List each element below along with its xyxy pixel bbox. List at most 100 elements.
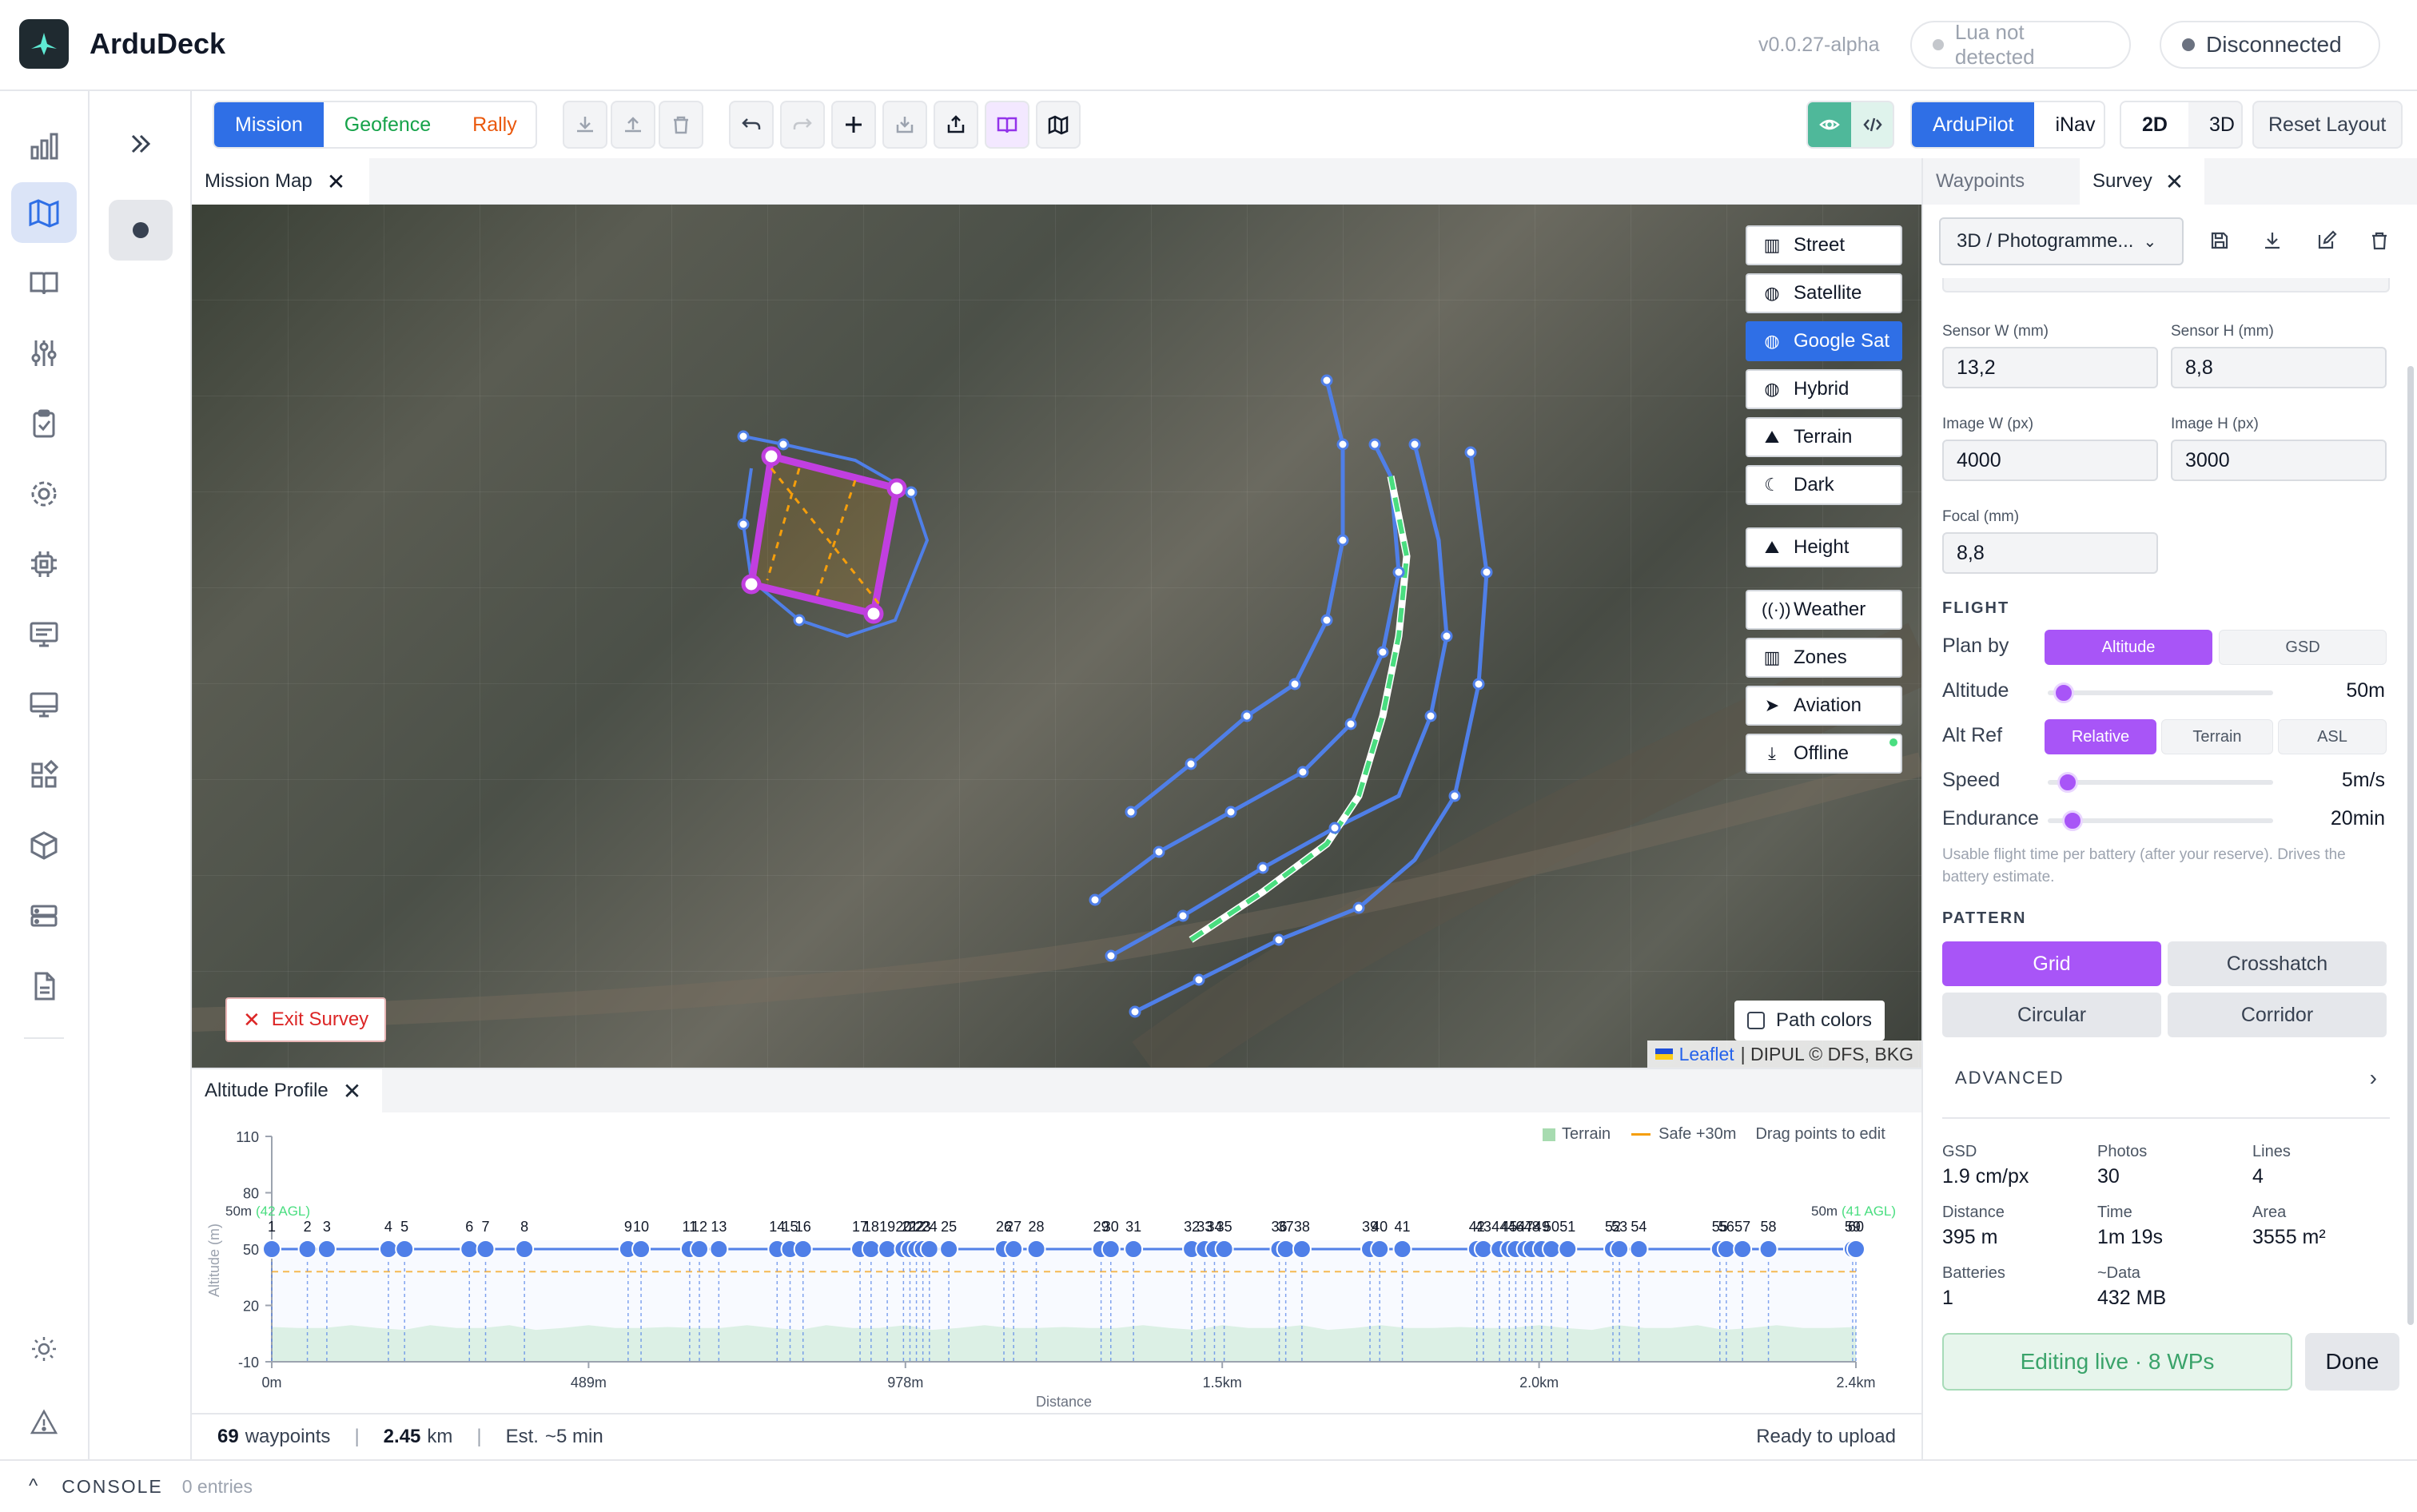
close-mission-map-icon[interactable]: ✕ <box>327 169 345 195</box>
waypoint-marker <box>1629 1239 1649 1259</box>
image-w-input[interactable]: 4000 <box>1942 440 2158 481</box>
add-waypoint-icon[interactable] <box>831 101 876 149</box>
nav-tuning-icon[interactable] <box>11 323 77 384</box>
tab-rally[interactable]: Rally <box>452 102 536 147</box>
nav-mission-map-icon[interactable] <box>11 182 77 243</box>
expand-panel-icon[interactable] <box>126 129 155 162</box>
tab-geofence[interactable]: Geofence <box>324 102 452 147</box>
altitude-label: Altitude <box>1942 679 2009 702</box>
panel-dot-button[interactable] <box>109 200 173 261</box>
library-book-icon[interactable] <box>985 101 1029 149</box>
layer-height[interactable]: ⛰ Height <box>1746 527 1902 567</box>
pattern-circular[interactable]: Circular <box>1942 993 2161 1037</box>
sensor-h-input[interactable]: 8,8 <box>2171 347 2387 388</box>
done-button[interactable]: Done <box>2305 1333 2399 1391</box>
layer-hybrid-label: Hybrid <box>1794 378 1850 400</box>
nav-monitor-icon[interactable] <box>11 674 77 735</box>
download-preset-icon[interactable] <box>2262 230 2283 255</box>
exit-survey-button[interactable]: ✕ Exit Survey <box>225 997 387 1042</box>
layer-aviation[interactable]: ➤ Aviation <box>1746 686 1902 726</box>
leaflet-link[interactable]: Leaflet <box>1679 1044 1734 1065</box>
alt-ref-relative[interactable]: Relative <box>2045 719 2156 754</box>
focal-input[interactable]: 8,8 <box>1942 532 2158 574</box>
layer-terrain[interactable]: ⛰ Terrain <box>1746 417 1902 457</box>
firmware-inav[interactable]: iNav <box>2034 102 2104 147</box>
nav-book-icon[interactable] <box>11 253 77 313</box>
map-view-icon[interactable] <box>1036 101 1081 149</box>
sensor-w-input[interactable]: 13,2 <box>1942 347 2158 388</box>
firmware-ardupilot[interactable]: ArduPilot <box>1912 102 2035 147</box>
view-2d[interactable]: 2D <box>2121 102 2188 147</box>
survey-preset-select[interactable]: 3D / Photogramme... ⌄ <box>1939 217 2184 265</box>
path-colors-toggle[interactable]: Path colors <box>1734 1001 1885 1040</box>
speed-slider-knob[interactable] <box>2057 772 2079 793</box>
altitude-slider[interactable] <box>2048 682 2273 703</box>
layer-weather[interactable]: ((·)) Weather <box>1746 590 1902 630</box>
survey-panel-scrollbar[interactable] <box>2407 366 2414 1325</box>
path-colors-checkbox[interactable] <box>1747 1012 1765 1029</box>
warning-icon[interactable] <box>11 1392 77 1453</box>
chevron-up-icon[interactable]: ^ <box>29 1475 38 1498</box>
speed-slider[interactable] <box>2048 772 2273 793</box>
layer-zones[interactable]: ▥ Zones <box>1746 638 1902 678</box>
tab-altitude-profile[interactable]: Altitude Profile ✕ <box>192 1069 382 1112</box>
alt-ref-terrain[interactable]: Terrain <box>2161 719 2273 754</box>
altitude-slider-knob[interactable] <box>2053 682 2074 703</box>
nav-dashboard-icon[interactable] <box>11 115 77 176</box>
pattern-corridor[interactable]: Corridor <box>2168 993 2387 1037</box>
stat-gsd-label: GSD <box>1942 1143 1977 1160</box>
code-view-icon[interactable] <box>1851 102 1893 147</box>
close-altitude-profile-icon[interactable]: ✕ <box>343 1078 361 1104</box>
nav-3d-model-icon[interactable] <box>11 815 77 876</box>
clear-mission-trash-icon[interactable] <box>659 101 703 149</box>
nav-modules-icon[interactable] <box>11 745 77 806</box>
altitude-chart[interactable]: 110805020-100m 489m 978m 1.5km 2.0km 2.4kmDis… <box>192 1112 1921 1415</box>
delete-preset-trash-icon[interactable] <box>2369 230 2390 255</box>
plan-by-gsd[interactable]: GSD <box>2219 630 2387 665</box>
tab-waypoints[interactable]: Waypoints <box>1936 158 2025 205</box>
edit-preset-icon[interactable] <box>2316 230 2337 255</box>
layer-offline[interactable]: ⤓ Offline <box>1746 734 1902 774</box>
nav-osd-icon[interactable] <box>11 604 77 665</box>
import-icon[interactable] <box>882 101 927 149</box>
sensor-h-label: Sensor H (mm) <box>2171 323 2274 340</box>
nav-storage-icon[interactable] <box>11 885 77 946</box>
plan-by-altitude[interactable]: Altitude <box>2045 630 2212 665</box>
pattern-grid[interactable]: Grid <box>1942 941 2161 986</box>
theme-toggle-sun-icon[interactable] <box>11 1319 77 1379</box>
upload-mission-icon[interactable] <box>611 101 655 149</box>
view-3d[interactable]: 3D <box>2188 102 2241 147</box>
reset-layout-button[interactable]: Reset Layout <box>2252 101 2403 149</box>
nav-chip-icon[interactable] <box>11 534 77 595</box>
console-bar[interactable]: ^ CONSOLE 0 entries <box>0 1459 2417 1512</box>
alt-ref-asl[interactable]: ASL <box>2278 719 2387 754</box>
connection-button[interactable]: Disconnected <box>2160 21 2380 69</box>
tab-mission[interactable]: Mission <box>214 102 324 147</box>
connection-status-dot <box>2182 38 2195 51</box>
undo-icon[interactable] <box>729 101 774 149</box>
endurance-slider[interactable] <box>2048 810 2273 831</box>
tab-mission-map[interactable]: Mission Map ✕ <box>192 158 369 205</box>
nav-settings-icon[interactable] <box>11 464 77 524</box>
endurance-slider-knob[interactable] <box>2062 810 2084 831</box>
export-icon[interactable] <box>934 101 978 149</box>
close-survey-icon[interactable]: ✕ <box>2165 169 2184 195</box>
layer-google-sat[interactable]: ◍ Google Sat <box>1746 321 1902 361</box>
nav-logs-icon[interactable] <box>11 956 77 1017</box>
image-h-input[interactable]: 3000 <box>2171 440 2387 481</box>
redo-icon[interactable] <box>780 101 825 149</box>
mission-map[interactable]: ▥ Street ◍ Satellite ◍ Google Sat ◍ Hybrid ⛰… <box>192 205 1921 1068</box>
nav-checklist-icon[interactable] <box>11 393 77 454</box>
download-mission-icon[interactable] <box>563 101 607 149</box>
layer-dark[interactable]: ☾ Dark <box>1746 465 1902 505</box>
path-colors-label: Path colors <box>1776 1009 1873 1031</box>
layer-street[interactable]: ▥ Street <box>1746 225 1902 265</box>
layer-satellite[interactable]: ◍ Satellite <box>1746 273 1902 313</box>
waypoint-label: 12 <box>691 1219 707 1235</box>
advanced-expander[interactable]: ADVANCED › <box>1942 1056 2390 1100</box>
preview-eye-icon[interactable] <box>1808 102 1851 147</box>
pattern-crosshatch[interactable]: Crosshatch <box>2168 941 2387 986</box>
layer-hybrid[interactable]: ◍ Hybrid <box>1746 369 1902 409</box>
tab-survey[interactable]: Survey ✕ <box>2080 158 2204 205</box>
save-preset-icon[interactable] <box>2209 230 2230 255</box>
